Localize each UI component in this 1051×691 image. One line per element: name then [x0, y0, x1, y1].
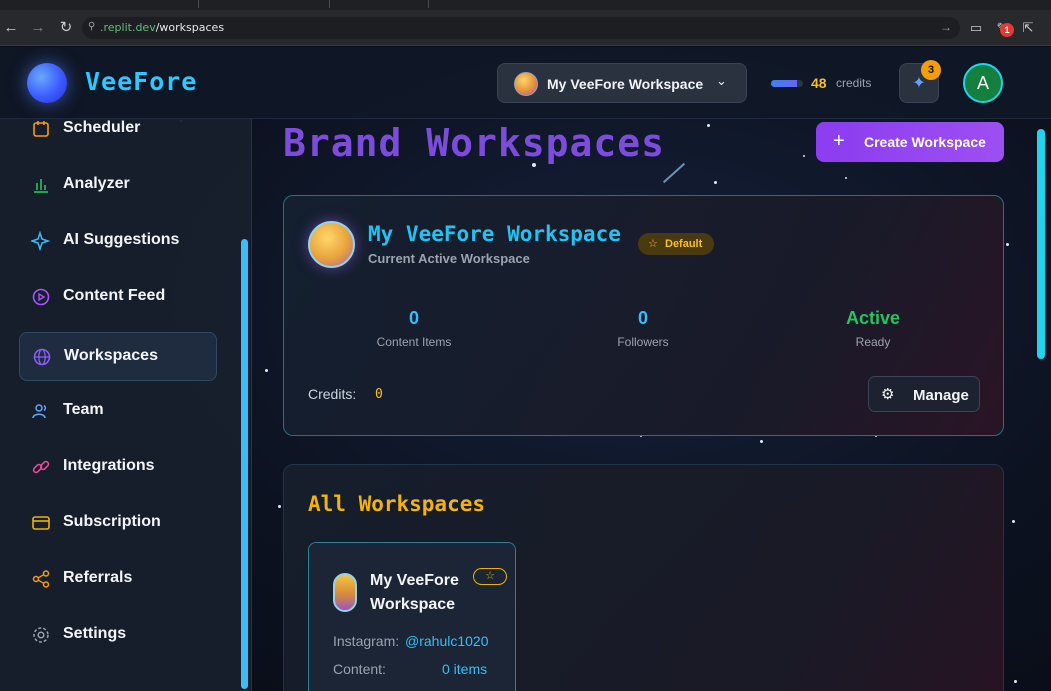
- sidebar-item-settings[interactable]: Settings: [19, 611, 217, 660]
- current-workspace-name: My VeeFore Workspace: [368, 222, 621, 246]
- stat-label: Ready: [855, 335, 891, 349]
- browser-tab-strip: [0, 0, 1051, 10]
- chevron-down-icon: ⌄: [716, 73, 727, 88]
- stat-content-items: 0 Content Items: [334, 308, 494, 349]
- stat-followers: 0 Followers: [563, 308, 723, 349]
- workspace-avatar: [308, 221, 355, 268]
- workspace-avatar: [333, 573, 357, 612]
- sidebar-item-label: Subscription: [63, 513, 161, 530]
- sidebar: Scheduler Analyzer AI Suggestions Conten…: [0, 119, 252, 691]
- sidebar-item-label: Content Feed: [63, 287, 166, 304]
- workspace-switcher-label: My VeeFore Workspace: [547, 76, 704, 92]
- sidebar-item-label: Settings: [63, 625, 127, 642]
- all-workspaces-card: All Workspaces My VeeFore Workspace ☆ In…: [283, 464, 1004, 691]
- content-count: 0 items: [442, 661, 488, 677]
- sidebar-item-subscription[interactable]: Subscription: [19, 499, 217, 548]
- arrow-right-icon[interactable]: →: [940, 20, 952, 34]
- play-circle-icon: [32, 288, 50, 306]
- sidebar-item-scheduler[interactable]: Scheduler: [19, 119, 217, 154]
- sidebar-item-team[interactable]: Team: [19, 387, 217, 436]
- share-icon: [32, 570, 50, 588]
- tab-separator: [428, 0, 429, 8]
- manage-button[interactable]: ⚙ Manage: [868, 376, 980, 412]
- browser-toolbar: ← → ↻ ⚲ .replit.dev/workspaces → ▭ ✎ 1 ⇱: [0, 10, 1051, 46]
- star-icon: ☆: [648, 238, 658, 250]
- create-workspace-button[interactable]: + Create Workspace: [816, 122, 1004, 162]
- open-external-icon[interactable]: ⇱: [1019, 19, 1037, 37]
- stat-status: Active Ready: [793, 308, 953, 349]
- sidebar-item-ai-suggestions[interactable]: AI Suggestions: [19, 217, 217, 266]
- calendar-icon: [33, 121, 49, 137]
- sidebar-item-referrals[interactable]: Referrals: [19, 555, 217, 604]
- gear-icon: [33, 627, 49, 643]
- sidebar-item-label: Team: [63, 401, 104, 418]
- page-title: Brand Workspaces: [283, 121, 666, 165]
- users-icon: [32, 404, 46, 419]
- content-label: Content:: [333, 661, 386, 677]
- default-badge: ☆ Default: [638, 233, 714, 255]
- stat-value: 0: [408, 308, 419, 328]
- link-icon: [32, 460, 50, 474]
- sidebar-scrollbar[interactable]: [241, 239, 248, 689]
- create-workspace-label: Create Workspace: [864, 134, 986, 150]
- credits-label: Credits:: [308, 386, 357, 402]
- back-icon[interactable]: ←: [1, 18, 21, 38]
- notifications-badge: 3: [921, 60, 941, 80]
- url-text: .replit.dev/workspaces: [100, 21, 225, 34]
- manage-label: Manage: [913, 387, 969, 404]
- workspace-switcher[interactable]: My VeeFore Workspace ⌄: [497, 63, 747, 103]
- sidebar-item-label: Scheduler: [63, 119, 141, 136]
- extension-badge: 1: [1000, 23, 1014, 37]
- current-workspace-subtitle: Current Active Workspace: [368, 251, 530, 266]
- workspace-tile[interactable]: My VeeFore Workspace ☆ Instagram: @rahul…: [308, 542, 516, 691]
- logo-orb[interactable]: [27, 63, 67, 103]
- gear-icon: ⚙: [881, 386, 895, 403]
- tab-separator: [198, 0, 199, 8]
- tab-separator: [329, 0, 330, 8]
- sidebar-item-label: AI Suggestions: [63, 231, 180, 248]
- site-info-icon[interactable]: ⚲: [88, 21, 95, 32]
- stat-value: 0: [637, 308, 648, 328]
- credit-card-icon: [32, 516, 50, 530]
- sidebar-item-integrations[interactable]: Integrations: [19, 443, 217, 492]
- instagram-label: Instagram:: [333, 633, 400, 649]
- monitor-icon[interactable]: ▭: [967, 19, 985, 37]
- main-scrollbar[interactable]: [1037, 129, 1045, 359]
- credits-label: credits: [836, 76, 872, 90]
- workspace-avatar: [514, 72, 538, 96]
- sidebar-item-label: Analyzer: [63, 175, 130, 192]
- app-logo[interactable]: VeeFore: [85, 67, 197, 96]
- all-workspaces-title: All Workspaces: [308, 492, 486, 516]
- sidebar-item-label: Integrations: [63, 457, 155, 474]
- sparkles-icon: [31, 231, 51, 251]
- app-header: VeeFore My VeeFore Workspace ⌄ 48 credit…: [0, 47, 1051, 119]
- forward-icon[interactable]: →: [28, 18, 48, 38]
- bar-chart-icon: [34, 179, 48, 193]
- plus-icon: +: [833, 130, 845, 152]
- star-icon[interactable]: ☆: [473, 568, 507, 585]
- credits-progress: [771, 80, 803, 87]
- sidebar-item-workspaces[interactable]: Workspaces: [19, 332, 217, 381]
- default-badge-label: Default: [665, 238, 703, 250]
- stat-value: Active: [845, 308, 901, 328]
- sidebar-item-label: Workspaces: [64, 347, 158, 364]
- instagram-handle[interactable]: @rahulc1020: [405, 633, 489, 649]
- shooting-star: [662, 162, 686, 184]
- stat-label: Followers: [617, 335, 669, 349]
- stat-label: Content Items: [376, 335, 452, 349]
- credits-value: 48: [811, 75, 827, 91]
- sidebar-item-content-feed[interactable]: Content Feed: [19, 273, 217, 322]
- reload-icon[interactable]: ↻: [56, 18, 76, 38]
- app-root: VeeFore My VeeFore Workspace ⌄ 48 credit…: [0, 47, 1051, 691]
- user-avatar[interactable]: A: [963, 63, 1003, 103]
- current-workspace-card: My VeeFore Workspace Current Active Work…: [283, 195, 1004, 436]
- sidebar-item-label: Referrals: [63, 569, 133, 586]
- workspace-tile-name: My VeeFore Workspace: [370, 572, 459, 613]
- sidebar-item-analyzer[interactable]: Analyzer: [19, 161, 217, 210]
- credits-value: 0: [375, 387, 383, 402]
- address-bar[interactable]: ⚲ .replit.dev/workspaces →: [82, 17, 960, 39]
- globe-icon: [33, 348, 51, 366]
